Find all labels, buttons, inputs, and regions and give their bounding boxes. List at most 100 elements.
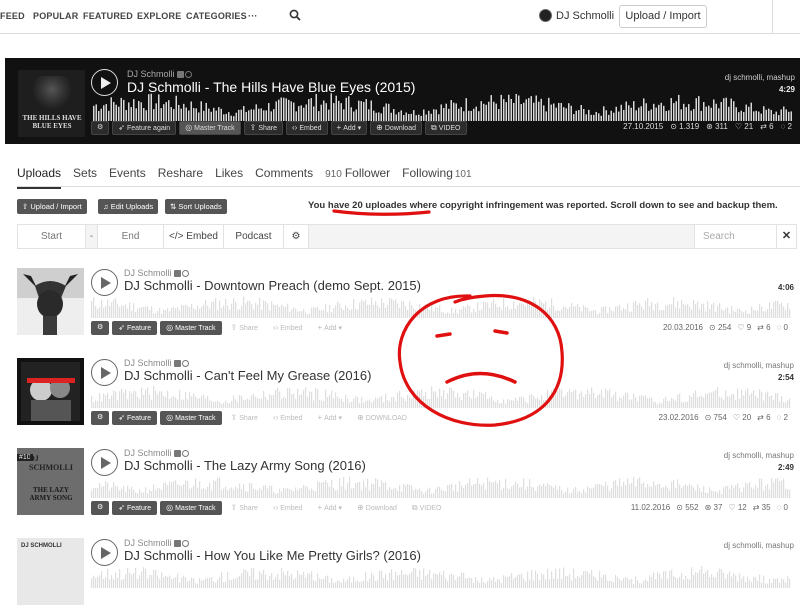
add-button[interactable]: + Add ▾ [311, 501, 348, 515]
tab-uploads[interactable]: Uploads [17, 166, 62, 189]
feature-button[interactable]: ➶ Feature [112, 501, 158, 515]
track-title[interactable]: DJ Schmolli - Can't Feel My Grease (2016… [124, 368, 371, 383]
nav-feed[interactable]: FEED [0, 11, 25, 21]
track-tags[interactable]: dj schmolli, mashup [725, 73, 795, 82]
profile-tabs: Uploads Sets Events Reshare Likes Commen… [17, 166, 484, 189]
settings-button[interactable]: ⚙ [91, 121, 110, 135]
like-count[interactable]: ♡ 12 [728, 503, 746, 512]
nav-more[interactable]: ··· [248, 11, 258, 21]
track-title[interactable]: DJ Schmolli - How You Like Me Pretty Gir… [124, 548, 421, 563]
download-button[interactable]: ⊕ Download [351, 501, 403, 515]
feature-button[interactable]: ➶ Feature [112, 321, 158, 335]
play-button[interactable] [91, 449, 118, 476]
download-button[interactable]: ⊕ Download [370, 121, 422, 135]
filter-settings-button[interactable]: ⚙ [284, 225, 309, 248]
nav-categories[interactable]: CATEGORIES [186, 11, 247, 21]
repost-count[interactable]: ⇄ 6 [757, 413, 770, 422]
waveform[interactable] [91, 566, 791, 588]
comment-count[interactable]: ◌ 0 [777, 323, 788, 332]
embed-button[interactable]: ‹› Embed [267, 411, 309, 425]
track-tags[interactable]: dj schmolli, mashup [724, 361, 794, 370]
like-count[interactable]: ♡ 20 [733, 413, 751, 422]
like-count[interactable]: ♡ 9 [737, 323, 751, 332]
track-artist[interactable]: DJ Schmolli [124, 268, 189, 278]
search-icon[interactable] [289, 9, 301, 21]
comment-count[interactable]: ◌ 0 [777, 503, 788, 512]
add-button[interactable]: + Add ▾ [311, 321, 348, 335]
tab-follower[interactable]: 910 Follower [325, 166, 390, 180]
share-button[interactable]: ⇪ Share [243, 121, 284, 135]
repost-count[interactable]: ⇄ 6 [760, 122, 773, 131]
nav-explore[interactable]: EXPLORE [137, 11, 181, 21]
user-menu[interactable]: DJ Schmolli [539, 9, 614, 22]
track-title[interactable]: DJ Schmolli - The Lazy Army Song (2016) [124, 458, 366, 473]
embed-button[interactable]: ‹› Embed [267, 501, 309, 515]
play-count-icon: ⊙ [676, 503, 686, 512]
edit-uploads-button[interactable]: ♫ Edit Uploads [98, 199, 159, 214]
feature-again-button[interactable]: ➶ Feature again [112, 121, 177, 135]
code-icon: ‹› [272, 413, 279, 422]
add-button[interactable]: + Add ▾ [311, 411, 348, 425]
master-track-button[interactable]: ◎ Master Track [179, 121, 241, 135]
repost-count[interactable]: ⇄ 6 [757, 323, 770, 332]
search-input[interactable]: Search [694, 225, 776, 248]
play-button[interactable] [91, 69, 118, 96]
master-track-button[interactable]: ◎ Master Track [160, 411, 222, 425]
nav-popular[interactable]: POPULAR [33, 11, 78, 21]
end-date-input[interactable]: End [98, 225, 164, 248]
tab-sets[interactable]: Sets [73, 166, 97, 180]
share-button[interactable]: ⇪ Share [225, 321, 264, 335]
comment-count[interactable]: ◌ 2 [781, 122, 792, 131]
comment-icon: ◌ [776, 323, 784, 332]
embed-button[interactable]: ‹› Embed [267, 321, 309, 335]
play-button[interactable] [91, 269, 118, 296]
pro-badge-icon [173, 450, 181, 458]
video-button[interactable]: ⧉ VIDEO [424, 121, 467, 135]
waveform[interactable] [91, 386, 791, 408]
video-button[interactable]: ⧉ VIDEO [406, 501, 448, 515]
play-button[interactable] [91, 359, 118, 386]
tab-likes[interactable]: Likes [215, 166, 243, 180]
settings-button[interactable]: ⚙ [91, 501, 110, 515]
play-button[interactable] [91, 539, 118, 566]
embed-button[interactable]: ‹› Embed [286, 121, 328, 135]
embed-filter-button[interactable]: </> Embed [164, 225, 224, 248]
share-button[interactable]: ⇪ Share [225, 411, 264, 425]
close-icon[interactable]: ✕ [776, 225, 796, 248]
upload-import-tool-button[interactable]: ⇧ Upload / Import [17, 199, 87, 214]
podcast-filter-button[interactable]: Podcast [224, 225, 284, 248]
settings-button[interactable]: ⚙ [91, 321, 110, 335]
tab-reshare[interactable]: Reshare [158, 166, 203, 180]
waveform[interactable] [91, 296, 791, 318]
master-track-button[interactable]: ◎ Master Track [160, 321, 222, 335]
plus-icon: + [317, 323, 323, 332]
track-title[interactable]: DJ Schmolli - Downtown Preach (demo Sept… [124, 278, 421, 293]
tab-following[interactable]: Following 101 [402, 166, 471, 180]
share-button[interactable]: ⇪ Share [225, 501, 264, 515]
track-artist[interactable]: DJ Schmolli [124, 448, 189, 458]
waveform[interactable] [93, 93, 795, 121]
track-artist[interactable]: DJ Schmolli [124, 538, 189, 548]
sort-uploads-button[interactable]: ⇅ Sort Uploads [165, 199, 227, 214]
waveform[interactable] [91, 476, 791, 498]
track-tags[interactable]: dj schmolli, mashup [724, 541, 794, 550]
play-count-icon: ⊙ [670, 122, 680, 131]
upload-import-button[interactable]: Upload / Import [619, 5, 707, 28]
start-date-input[interactable]: Start [18, 225, 86, 248]
tab-comments[interactable]: Comments [255, 166, 313, 180]
comment-count[interactable]: ◌ 2 [777, 413, 788, 422]
feature-button[interactable]: ➶ Feature [112, 411, 158, 425]
track-tags[interactable]: dj schmolli, mashup [724, 451, 794, 460]
settings-button[interactable]: ⚙ [91, 411, 110, 425]
track-actions: ⚙ ➶ Feature again ◎ Master Track ⇪ Share ‹›… [91, 121, 467, 135]
master-track-button[interactable]: ◎ Master Track [160, 501, 222, 515]
like-count[interactable]: ♡ 21 [735, 122, 753, 131]
repost-count[interactable]: ⇄ 35 [753, 503, 771, 512]
verified-icon [181, 270, 189, 278]
track-artist[interactable]: DJ Schmolli [127, 69, 192, 79]
download-button[interactable]: ⊕ DOWNLOAD [351, 411, 413, 425]
tab-events[interactable]: Events [109, 166, 146, 180]
add-button[interactable]: + Add ▾ [330, 121, 368, 135]
track-artist[interactable]: DJ Schmolli [124, 358, 189, 368]
nav-featured[interactable]: FEATURED [83, 11, 133, 21]
